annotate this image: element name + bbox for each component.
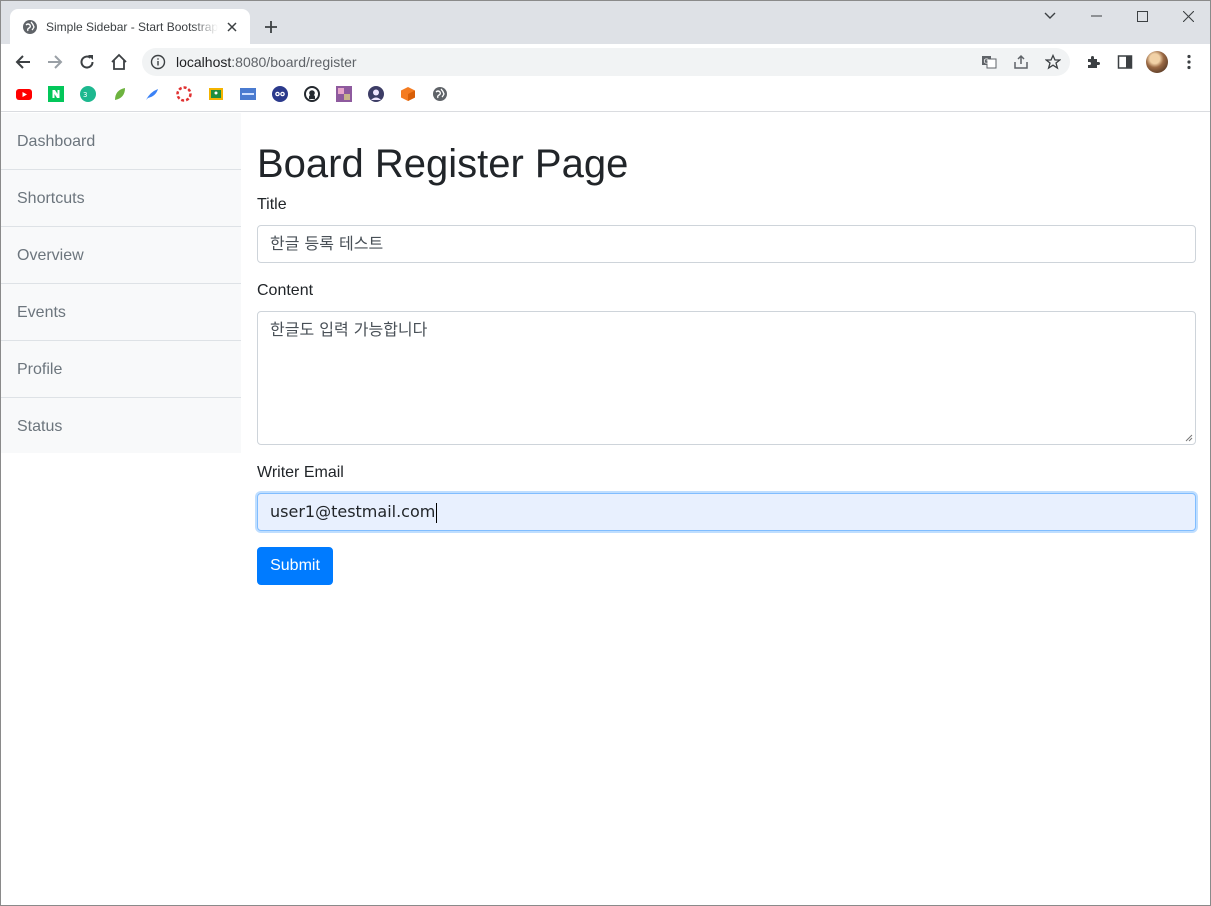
leaf-icon[interactable] [112, 86, 128, 102]
profile-avatar[interactable] [1146, 51, 1168, 73]
sidebar-item-dashboard[interactable]: Dashboard [1, 113, 241, 170]
lifebuoy-icon[interactable] [176, 86, 192, 102]
title-label: Title [257, 196, 287, 213]
title-input-value: 한글 등록 테스트 [270, 234, 384, 253]
tab-title: Simple Sidebar - Start Bootstrap Templat… [46, 19, 218, 34]
content-textarea[interactable]: 한글도 입력 가능합니다 [257, 311, 1196, 445]
sidebar-item-status[interactable]: Status [1, 398, 241, 455]
close-window-icon[interactable] [1165, 1, 1211, 31]
browser-tab-strip: Simple Sidebar - Start Bootstrap Templat… [1, 1, 1210, 44]
url-path: :8080/board/register [231, 54, 357, 70]
side-panel-icon[interactable] [1115, 52, 1135, 72]
site-info-icon[interactable] [150, 54, 166, 70]
translate-icon[interactable]: G [980, 53, 998, 71]
extensions-puzzle-icon[interactable] [1083, 52, 1103, 72]
svg-text:3: 3 [83, 91, 87, 99]
title-input[interactable]: 한글 등록 테스트 [257, 225, 1196, 263]
globe-bookmark-icon[interactable] [432, 86, 448, 102]
classroom-icon[interactable] [208, 86, 224, 102]
avatar-bookmark-icon[interactable] [368, 86, 384, 102]
globe-icon [23, 19, 37, 34]
sidebar-item-events[interactable]: Events [1, 284, 241, 341]
url-text[interactable]: localhost:8080/board/register [176, 54, 357, 70]
writer-email-value: user1@testmail.com [270, 502, 436, 521]
youtube-icon[interactable] [16, 86, 32, 102]
resize-handle-icon[interactable] [1185, 434, 1193, 442]
minimize-icon[interactable] [1073, 1, 1119, 31]
url-host: localhost [176, 54, 232, 70]
github-icon[interactable] [304, 86, 320, 102]
photo-icon[interactable] [336, 86, 352, 102]
maximize-icon[interactable] [1119, 1, 1165, 31]
feather-icon[interactable] [144, 86, 160, 102]
tab-search-chevron-icon[interactable] [1027, 1, 1073, 31]
sidebar: Dashboard Shortcuts Overview Events Prof… [1, 113, 241, 453]
svg-text:G: G [984, 58, 989, 66]
bookmark-star-icon[interactable] [1044, 53, 1062, 71]
back-arrow-icon[interactable] [9, 48, 37, 76]
share-icon[interactable] [1012, 53, 1030, 71]
owl-icon[interactable] [272, 86, 288, 102]
content-textarea-value: 한글도 입력 가능합니다 [270, 320, 428, 339]
browser-toolbar: localhost:8080/board/register G [1, 44, 1210, 80]
browser-menu-icon[interactable] [1179, 52, 1199, 72]
naver-icon[interactable] [48, 86, 64, 102]
sidebar-item-shortcuts[interactable]: Shortcuts [1, 170, 241, 227]
sidebar-item-overview[interactable]: Overview [1, 227, 241, 284]
content-label: Content [257, 282, 314, 299]
text-caret [436, 502, 438, 523]
writer-email-input[interactable]: user1@testmail.com [257, 493, 1196, 531]
browser-tab[interactable]: Simple Sidebar - Start Bootstrap Templat… [10, 9, 250, 44]
reload-icon[interactable] [73, 48, 101, 76]
address-bar[interactable]: localhost:8080/board/register G [142, 48, 1070, 76]
bookmark-blue-box-icon[interactable] [240, 86, 256, 102]
sidebar-item-profile[interactable]: Profile [1, 341, 241, 398]
bookmark-green-circle-icon[interactable]: 3 [80, 86, 96, 102]
forward-arrow-icon[interactable] [41, 48, 69, 76]
close-tab-icon[interactable] [224, 19, 240, 35]
cube-icon[interactable] [400, 86, 416, 102]
bookmarks-bar: 3 [1, 80, 1210, 112]
home-icon[interactable] [105, 48, 133, 76]
submit-button[interactable]: Submit [257, 547, 333, 585]
writer-email-label: Writer Email [257, 464, 344, 481]
page-title: Board Register Page [257, 142, 629, 186]
new-tab-icon[interactable] [259, 15, 283, 39]
